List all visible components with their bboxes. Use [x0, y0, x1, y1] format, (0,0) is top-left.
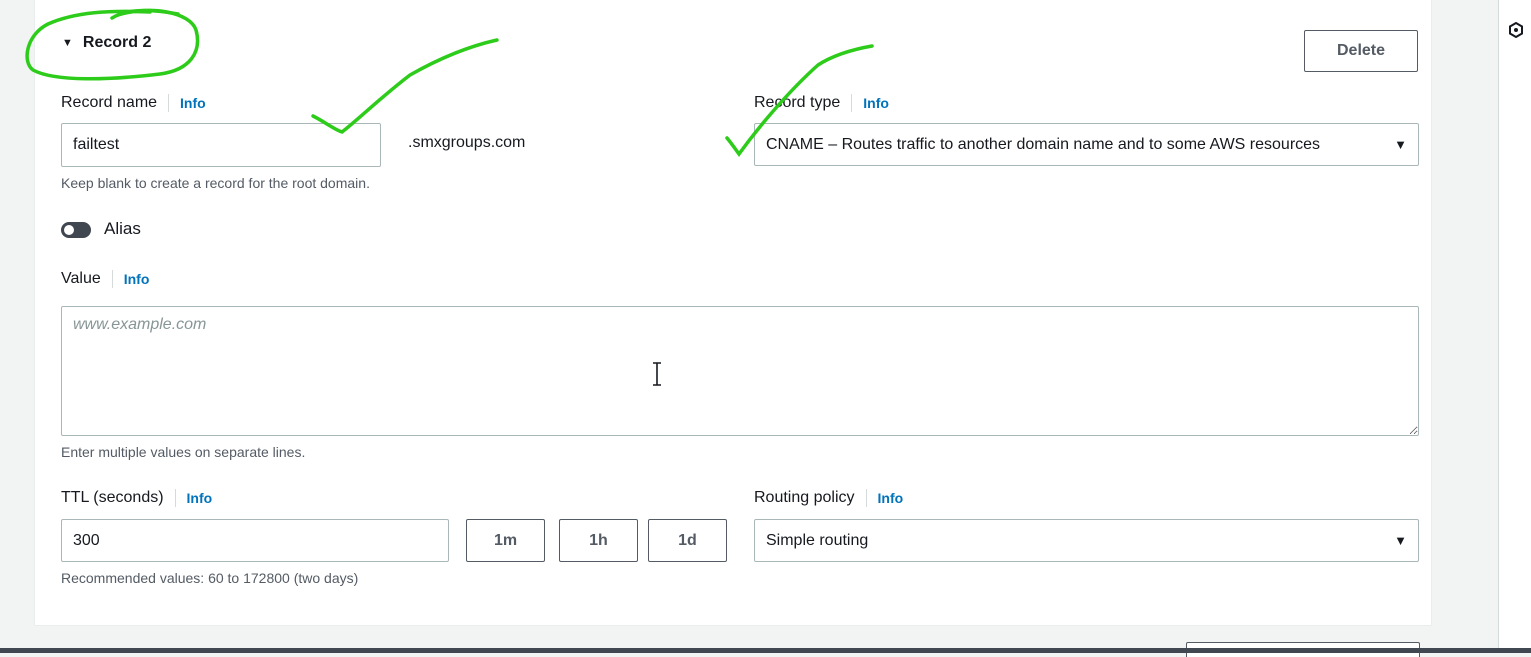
caret-down-icon: ▼	[1394, 137, 1407, 152]
ttl-label-row: TTL (seconds) Info	[61, 489, 212, 507]
record-name-label: Record name	[61, 94, 158, 111]
right-rail	[1498, 0, 1531, 653]
divider	[865, 489, 867, 507]
value-textarea[interactable]	[61, 306, 1419, 436]
record-title: Record 2	[82, 34, 152, 51]
record-type-selected: CNAME – Routes traffic to another domain…	[766, 135, 1321, 153]
divider	[168, 94, 170, 112]
record-type-label-row: Record type Info	[754, 94, 889, 112]
hexagon-icon[interactable]	[1508, 22, 1524, 38]
record-name-input[interactable]	[61, 123, 381, 167]
routing-policy-select[interactable]: Simple routing ▼	[754, 519, 1419, 562]
ttl-hint: Recommended values: 60 to 172800 (two da…	[61, 570, 359, 586]
ttl-1d-button[interactable]: 1d	[648, 519, 727, 562]
toggle-knob	[64, 225, 74, 235]
alias-toggle[interactable]	[61, 222, 91, 238]
value-hint: Enter multiple values on separate lines.	[61, 444, 306, 460]
record-type-select[interactable]: CNAME – Routes traffic to another domain…	[754, 123, 1419, 166]
text-cursor-icon	[653, 362, 661, 386]
routing-policy-label-row: Routing policy Info	[754, 489, 903, 507]
divider	[174, 489, 176, 507]
divider	[851, 94, 853, 112]
record-type-label: Record type	[754, 94, 841, 111]
caret-down-icon: ▼	[1394, 533, 1407, 548]
caret-down-icon: ▼	[62, 37, 73, 49]
taskbar-edge	[0, 648, 1531, 653]
routing-policy-info-link[interactable]: Info	[878, 490, 904, 506]
record-type-info-link[interactable]: Info	[863, 95, 889, 111]
routing-policy-label: Routing policy	[754, 489, 855, 506]
record-header[interactable]: ▼ Record 2	[62, 34, 151, 52]
ttl-1h-button[interactable]: 1h	[559, 519, 638, 562]
delete-button[interactable]: Delete	[1304, 30, 1418, 72]
value-label: Value	[61, 270, 101, 287]
alias-label: Alias	[104, 219, 141, 238]
routing-policy-selected: Simple routing	[766, 531, 869, 549]
record-name-label-row: Record name Info	[61, 94, 206, 112]
value-info-link[interactable]: Info	[124, 271, 150, 287]
record-name-info-link[interactable]: Info	[180, 95, 206, 111]
record-name-hint: Keep blank to create a record for the ro…	[61, 175, 370, 191]
ttl-1m-button[interactable]: 1m	[466, 519, 545, 562]
domain-suffix: .smxgroups.com	[408, 134, 526, 151]
value-label-row: Value Info	[61, 270, 149, 288]
ttl-label: TTL (seconds)	[61, 489, 164, 506]
ttl-info-link[interactable]: Info	[187, 490, 213, 506]
divider	[111, 270, 113, 288]
ttl-input[interactable]	[61, 519, 449, 562]
